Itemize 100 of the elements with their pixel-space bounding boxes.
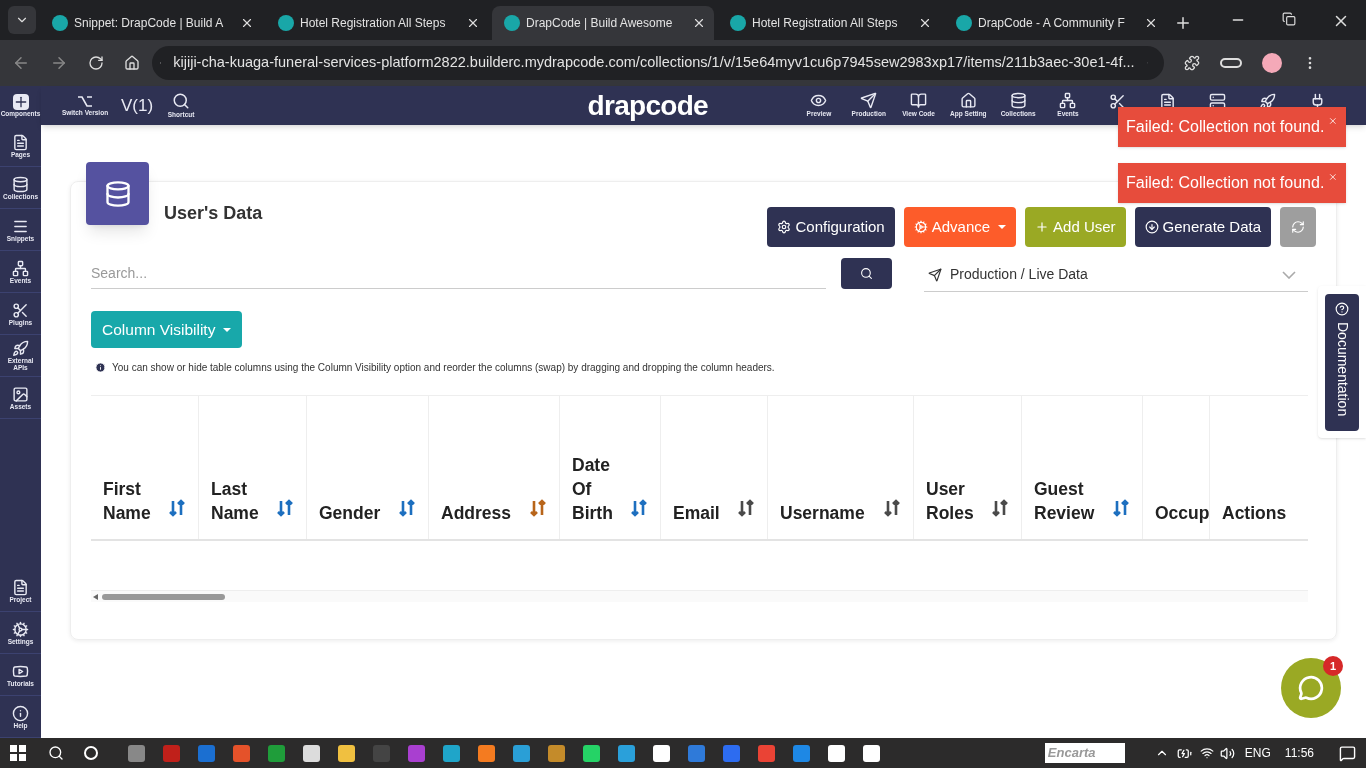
caret-icon <box>998 225 1007 229</box>
favicon-icon <box>956 15 972 31</box>
start-icon[interactable] <box>10 745 26 761</box>
sort-icon[interactable] <box>398 499 416 517</box>
sidebar-icon[interactable] <box>12 259 29 277</box>
column-header[interactable]: Occup <box>1143 396 1210 539</box>
toolbar-icon[interactable] <box>1059 92 1077 110</box>
taskbar-app-icon[interactable] <box>583 744 600 762</box>
sort-icon[interactable] <box>529 499 547 517</box>
sidebar-icon[interactable] <box>12 385 29 403</box>
favicon-icon <box>730 15 746 31</box>
search-icon[interactable] <box>172 91 191 110</box>
language-indicator[interactable]: ENG <box>1244 744 1271 762</box>
chat-icon <box>1298 675 1324 701</box>
cortana-icon[interactable] <box>84 746 98 760</box>
taskbar-app-icon[interactable] <box>338 744 355 762</box>
column-header[interactable]: Gender <box>307 396 429 539</box>
documentation-tab[interactable]: Documentation <box>1325 293 1359 431</box>
action-button[interactable]: Generate Data <box>1134 207 1271 247</box>
toolbar-icon[interactable] <box>1159 93 1177 110</box>
clock[interactable]: 11:56 <box>1284 744 1314 762</box>
horizontal-scrollbar[interactable] <box>91 591 1308 602</box>
sidebar-icon[interactable] <box>12 578 29 596</box>
forward-icon[interactable] <box>50 54 68 72</box>
scroll-left-icon[interactable] <box>93 593 98 600</box>
close-icon[interactable] <box>1144 16 1158 30</box>
sort-icon[interactable] <box>1112 499 1130 517</box>
version-label[interactable]: V(1) <box>121 92 154 119</box>
sidebar-icon[interactable] <box>12 340 29 357</box>
tab-search-button[interactable] <box>8 6 36 34</box>
browser-tab[interactable]: Hotel Registration All Steps <box>718 6 940 40</box>
sidebar-icon[interactable] <box>12 620 29 638</box>
environment-select[interactable]: Production / Live Data <box>924 258 1308 292</box>
taskbar-app-icon[interactable] <box>303 744 320 762</box>
url-text: kijiji-cha-kuaga-funeral-services-platform2822.builderc.mydrapcode.com/collections/1/v/15e64myv1cu6p7945sew2983xp17/items/211b3aec-30e1-4f... <box>173 53 1135 73</box>
restore-icon[interactable] <box>1282 12 1296 26</box>
browser-tab[interactable]: Hotel Registration All Steps <box>266 6 488 40</box>
help-icon <box>1335 301 1349 316</box>
search-button[interactable] <box>841 257 892 289</box>
sidebar-icon[interactable] <box>12 133 29 151</box>
sort-icon[interactable] <box>630 499 648 517</box>
toolbar-icon[interactable] <box>959 92 977 110</box>
sort-icon[interactable] <box>276 499 294 517</box>
notifications-icon[interactable] <box>1339 744 1356 762</box>
switch-version-icon[interactable] <box>77 93 93 108</box>
extensions-icon[interactable] <box>1184 55 1200 71</box>
sort-icon[interactable] <box>883 499 901 517</box>
new-tab-icon[interactable] <box>1174 14 1192 32</box>
browser-tab[interactable]: DrapCode - A Community F <box>944 6 1166 40</box>
search-icon[interactable] <box>48 745 64 761</box>
search-field[interactable]: Search... <box>91 257 826 289</box>
toolbar-icon[interactable] <box>860 92 878 110</box>
column-header[interactable]: Actions <box>1210 396 1308 539</box>
toolbar-icon[interactable] <box>1009 92 1027 110</box>
column-header[interactable]: Username <box>768 396 914 539</box>
notification-badge: 1 <box>1323 656 1343 676</box>
taskbar-app-icon[interactable] <box>828 744 845 762</box>
back-icon[interactable] <box>12 54 30 72</box>
volume-icon[interactable] <box>1219 745 1235 761</box>
button-icon <box>1035 220 1050 234</box>
database-icon <box>103 179 132 208</box>
taskbar-app-icon[interactable] <box>863 744 880 762</box>
address-field[interactable]: kijiji-cha-kuaga-funeral-services-platform2822.builderc.mydrapcode.com/collections/1/v/15e64myv1cu6p7945sew2983xp17/items/211b3aec-30e1-4f... <box>152 46 1164 80</box>
sidebar-icon[interactable] <box>12 301 29 319</box>
incognito-icon[interactable] <box>1220 58 1242 68</box>
components-icon[interactable] <box>12 94 29 110</box>
sidebar-icon[interactable] <box>12 704 29 722</box>
column-header[interactable]: Date Of Birth <box>560 396 661 539</box>
taskbar-app-icon[interactable] <box>653 744 670 762</box>
close-icon[interactable] <box>240 16 254 30</box>
toolbar-icon[interactable] <box>1109 93 1127 110</box>
toast-message: Failed: Collection not found. <box>1126 173 1325 193</box>
tab-title: Hotel Registration All Steps <box>300 15 447 32</box>
toolbar-icon[interactable] <box>910 92 928 110</box>
reload-icon[interactable] <box>88 55 104 71</box>
favicon-icon <box>504 15 520 31</box>
column-header[interactable]: Address <box>429 396 560 539</box>
browser-tab[interactable]: DrapCode | Build Awesome <box>492 6 714 40</box>
home-icon[interactable] <box>124 55 140 71</box>
column-header[interactable]: Email <box>661 396 768 539</box>
toast-message: Failed: Collection not found. <box>1126 117 1325 137</box>
chat-button[interactable]: 1 <box>1281 658 1341 718</box>
browser-tab[interactable]: Snippet: DrapCode | Build A <box>40 6 262 40</box>
column-header[interactable]: User Roles <box>914 396 1022 539</box>
sort-icon[interactable] <box>991 499 1009 517</box>
close-icon[interactable] <box>692 16 706 30</box>
avatar-icon[interactable] <box>1262 53 1282 73</box>
wifi-icon[interactable] <box>1199 746 1214 760</box>
sort-icon[interactable] <box>168 499 186 517</box>
refresh-icon <box>1291 220 1305 234</box>
column-header[interactable]: Guest Review <box>1022 396 1143 539</box>
column-header[interactable]: Last Name <box>199 396 307 539</box>
sidebar-icon[interactable] <box>12 175 29 193</box>
close-icon[interactable] <box>918 16 932 30</box>
action-button[interactable]: Configuration <box>767 207 895 247</box>
column-header[interactable]: First Name <box>91 396 199 539</box>
close-icon[interactable] <box>466 16 480 30</box>
sort-icon[interactable] <box>737 499 755 517</box>
button-icon <box>777 220 792 234</box>
tab-title: Snippet: DrapCode | Build A <box>74 15 225 32</box>
